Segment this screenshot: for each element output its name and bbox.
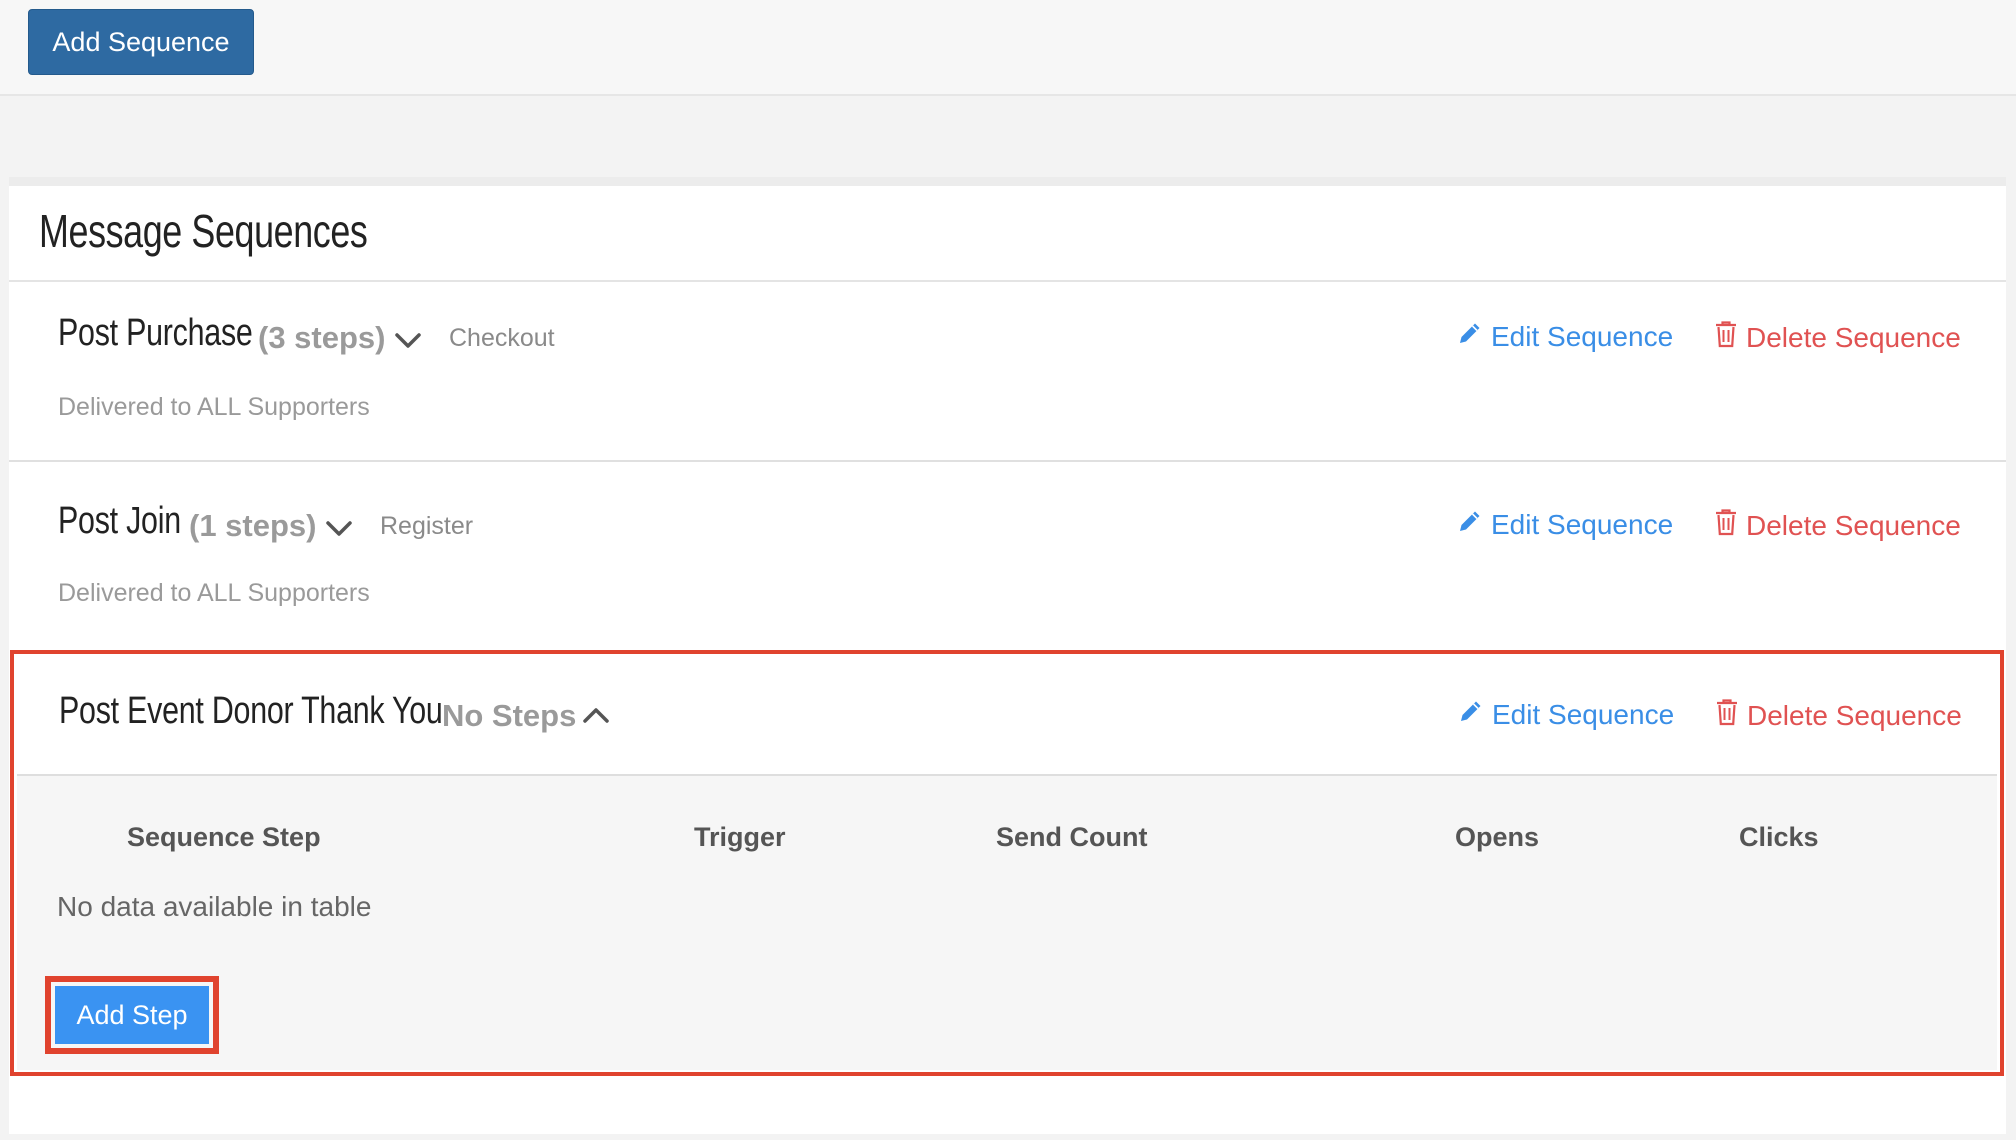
column-header-sequence-step[interactable]: Sequence Step — [127, 822, 321, 853]
chevron-up-icon[interactable] — [581, 700, 611, 730]
sequence-step-count: No Steps — [442, 698, 577, 733]
sequence-delivery: Delivered to ALL Supporters — [58, 579, 370, 607]
delete-sequence-label: Delete Sequence — [1747, 699, 1962, 731]
sequence-row-post-join: Post Join (1 steps) Register Delivered t… — [9, 462, 2006, 648]
top-toolbar: Add Sequence — [0, 0, 2016, 96]
sequence-steps-table: Sequence Step Trigger Send Count Opens C… — [17, 774, 1997, 1070]
delete-sequence-label: Delete Sequence — [1746, 321, 1961, 353]
pencil-icon — [1457, 320, 1491, 353]
sequence-name: Post Purchase — [58, 312, 253, 354]
sequence-trigger: Checkout — [449, 324, 555, 352]
edit-sequence-link[interactable]: Edit Sequence — [1457, 320, 1673, 353]
add-sequence-button[interactable]: Add Sequence — [28, 9, 254, 75]
edit-sequence-label: Edit Sequence — [1491, 320, 1674, 352]
delete-sequence-link[interactable]: Delete Sequence — [1715, 698, 1962, 733]
sequence-name: Post Join — [58, 500, 181, 542]
trash-icon — [1714, 508, 1746, 543]
column-header-send-count[interactable]: Send Count — [996, 822, 1147, 853]
edit-sequence-link[interactable]: Edit Sequence — [1458, 698, 1674, 731]
sequence-row-post-purchase: Post Purchase (3 steps) Checkout Deliver… — [9, 282, 2006, 460]
trash-icon — [1714, 320, 1746, 355]
sequence-step-count: (1 steps) — [189, 508, 317, 543]
sequence-step-count: (3 steps) — [258, 320, 386, 355]
column-header-trigger[interactable]: Trigger — [694, 822, 786, 853]
empty-table-message: No data available in table — [57, 891, 372, 922]
add-step-highlight: Add Step — [45, 976, 219, 1054]
sequence-name: Post Event Donor Thank You — [59, 690, 443, 732]
sequence-delivery: Delivered to ALL Supporters — [58, 393, 370, 421]
sequence-row-post-event-donor-thank-you: Post Event Donor Thank You No Steps Edit… — [10, 650, 2004, 1076]
chevron-down-icon[interactable] — [324, 514, 354, 544]
delete-sequence-label: Delete Sequence — [1746, 509, 1961, 541]
column-header-clicks[interactable]: Clicks — [1739, 822, 1819, 853]
edit-sequence-label: Edit Sequence — [1491, 508, 1674, 540]
chevron-down-icon[interactable] — [393, 326, 423, 356]
column-header-opens[interactable]: Opens — [1455, 822, 1539, 853]
edit-sequence-label: Edit Sequence — [1492, 698, 1675, 730]
sequence-trigger: Register — [380, 512, 474, 540]
panel-title: Message Sequences — [39, 205, 368, 257]
delete-sequence-link[interactable]: Delete Sequence — [1714, 508, 1961, 543]
add-step-button[interactable]: Add Step — [55, 986, 209, 1044]
trash-icon — [1715, 698, 1747, 733]
edit-sequence-link[interactable]: Edit Sequence — [1457, 508, 1673, 541]
delete-sequence-link[interactable]: Delete Sequence — [1714, 320, 1961, 355]
pencil-icon — [1458, 698, 1492, 731]
pencil-icon — [1457, 508, 1491, 541]
message-sequences-panel: Message Sequences Post Purchase (3 steps… — [9, 177, 2006, 1134]
